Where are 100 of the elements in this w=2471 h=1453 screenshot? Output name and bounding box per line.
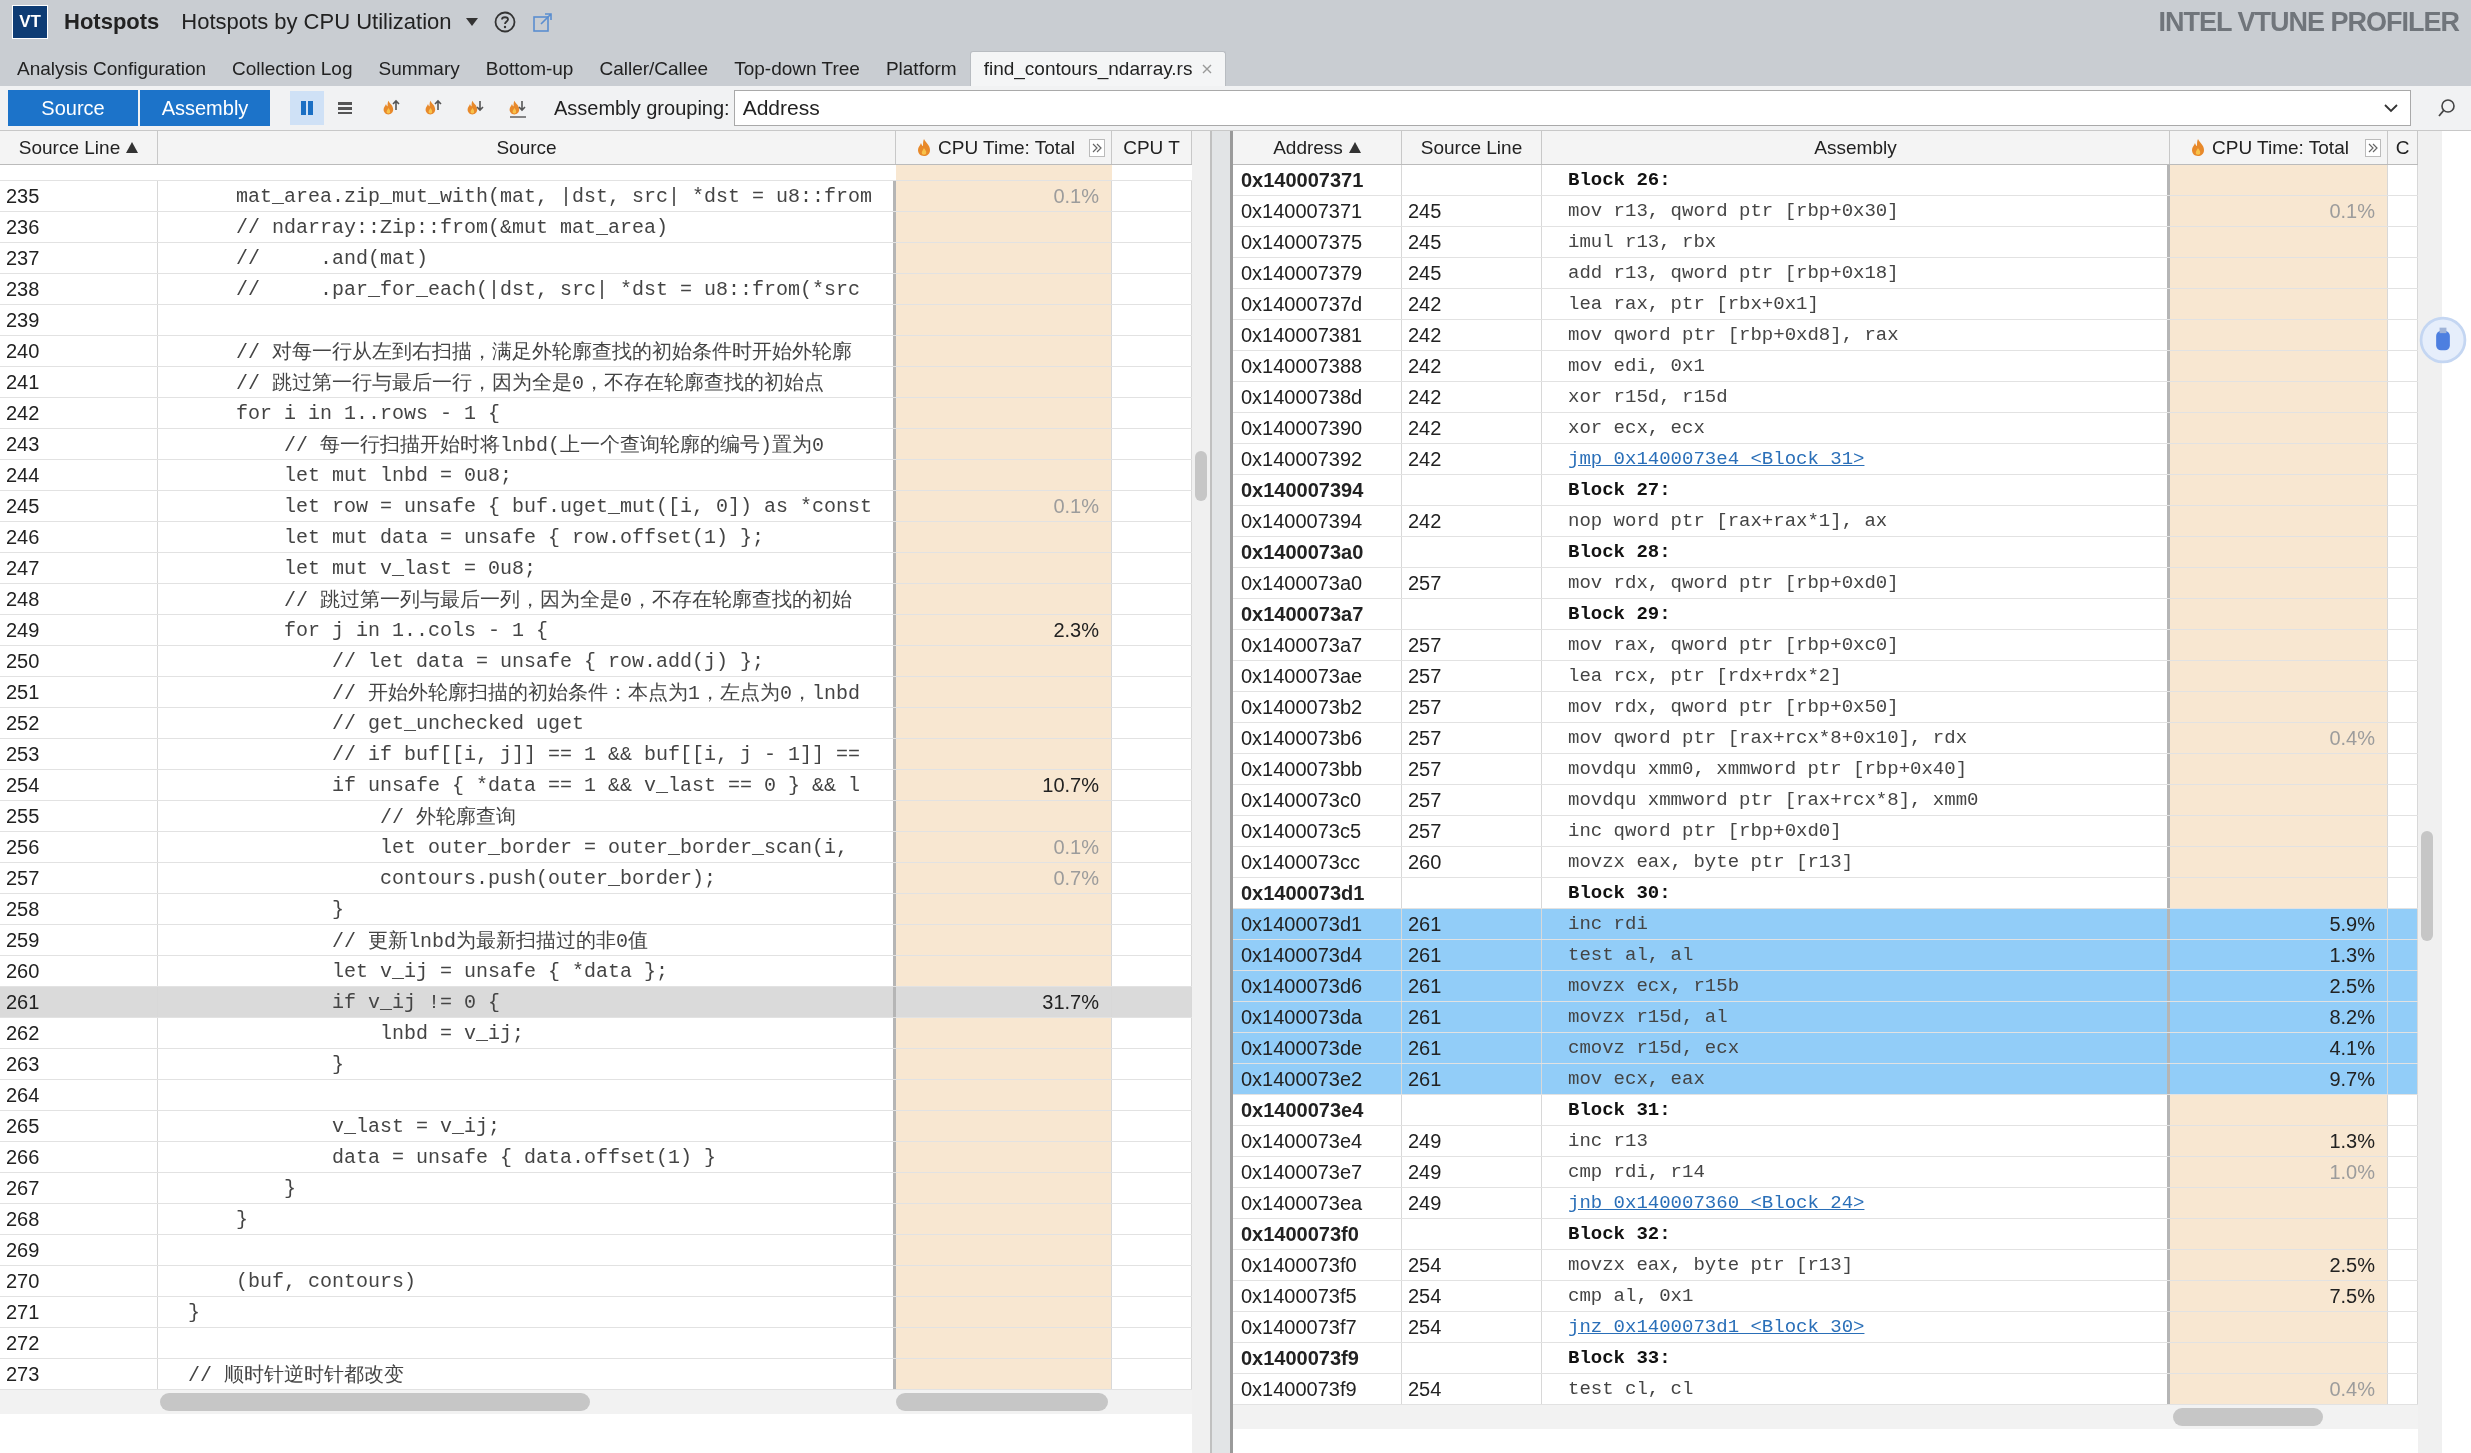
- tab[interactable]: Bottom-up: [472, 52, 587, 86]
- line-number: 249: [1402, 1188, 1542, 1218]
- table-row[interactable]: 0x1400073f5 254 cmp al, 0x1 7.5%: [1233, 1281, 2418, 1312]
- table-row[interactable]: 261 if v_ij != 0 { 31.7%: [0, 987, 1192, 1018]
- table-row[interactable]: 0x1400073cc 260 movzx eax, byte ptr [r13]: [1233, 847, 2418, 878]
- table-row[interactable]: 270 (buf, contours): [0, 1266, 1192, 1297]
- grouping-dropdown[interactable]: Address: [733, 90, 2411, 126]
- table-row[interactable]: 0x1400073ae 257 lea rcx, ptr [rdx+rdx*2]: [1233, 661, 2418, 692]
- table-row[interactable]: 0x14000737d 242 lea rax, ptr [rbx+0x1]: [1233, 289, 2418, 320]
- table-row[interactable]: 264: [0, 1080, 1192, 1111]
- table-row[interactable]: 249 for j in 1..cols - 1 { 2.3%: [0, 615, 1192, 646]
- table-row[interactable]: 0x1400073bb 257 movdqu xmm0, xmmword ptr [rbp+0x40]: [1233, 754, 2418, 785]
- table-row[interactable]: 0x140007390 242 xor ecx, ecx: [1233, 413, 2418, 444]
- table-row[interactable]: 271 }: [0, 1297, 1192, 1328]
- table-row[interactable]: 253 // if buf[[i, j]] == 1 && buf[[i, j - 1]] ==: [0, 739, 1192, 770]
- table-row[interactable]: 0x1400073da 261 movzx r15d, al 8.2%: [1233, 1002, 2418, 1033]
- table-row[interactable]: 0x1400073e7 249 cmp rdi, r14 1.0%: [1233, 1157, 2418, 1188]
- column-header[interactable]: Source Line: [1402, 131, 1542, 164]
- table-row[interactable]: 0x14000738d 242 xor r15d, r15d: [1233, 382, 2418, 413]
- table-row[interactable]: 0x1400073b6 257 mov qword ptr [rax+rcx*8+0x10], rdx 0.4%: [1233, 723, 2418, 754]
- table-row[interactable]: 250 // let data = unsafe { row.add(j) };: [0, 646, 1192, 677]
- table-row[interactable]: 0x1400073a0 Block 28:: [1233, 537, 2418, 568]
- table-row[interactable]: 257 contours.push(outer_border); 0.7%: [0, 863, 1192, 894]
- table-row[interactable]: 237 // .and(mat): [0, 243, 1192, 274]
- table-row[interactable]: 0x140007375 245 imul r13, rbx: [1233, 227, 2418, 258]
- line-number: 239: [0, 305, 158, 335]
- table-row[interactable]: 0x1400073c5 257 inc qword ptr [rbp+0xd0]: [1233, 816, 2418, 847]
- tab[interactable]: Analysis Configuration: [4, 52, 220, 86]
- table-row[interactable]: 247 let mut v_last = 0u8;: [0, 553, 1192, 584]
- table-row[interactable]: 0x1400073d1 261 inc rdi 5.9%: [1233, 909, 2418, 940]
- table-row[interactable]: 268 }: [0, 1204, 1192, 1235]
- table-row[interactable]: 0x1400073ea 249 jnb 0x140007360 <Block 24>: [1233, 1188, 2418, 1219]
- table-row[interactable]: 0x1400073d6 261 movzx ecx, r15b 2.5%: [1233, 971, 2418, 1002]
- table-row[interactable]: 236 // ndarray::Zip::from(&mut mat_area): [0, 212, 1192, 243]
- table-row[interactable]: 246 let mut data = unsafe { row.offset(1) };: [0, 522, 1192, 553]
- table-row[interactable]: 0x1400073f9 Block 33:: [1233, 1343, 2418, 1374]
- table-row[interactable]: 251 // 开始外轮廓扫描的初始条件：本点为1，左点为0，lnbd: [0, 677, 1192, 708]
- table-row[interactable]: 0x1400073f0 254 movzx eax, byte ptr [r13] 2.5%: [1233, 1250, 2418, 1281]
- table-row[interactable]: 0x140007394 242 nop word ptr [rax+rax*1], ax: [1233, 506, 2418, 537]
- table-row[interactable]: 243 // 每一行扫描开始时将lnbd(上一个查询轮廓的编号)置为0: [0, 429, 1192, 460]
- table-row[interactable]: 0x140007379 245 add r13, qword ptr [rbp+0x18]: [1233, 258, 2418, 289]
- table-row[interactable]: 265 v_last = v_ij;: [0, 1111, 1192, 1142]
- table-row[interactable]: 0x140007381 242 mov qword ptr [rbp+0xd8], rax: [1233, 320, 2418, 351]
- table-row[interactable]: 0x1400073d4 261 test al, al 1.3%: [1233, 940, 2418, 971]
- table-row[interactable]: 266 data = unsafe { data.offset(1) }: [0, 1142, 1192, 1173]
- tab[interactable]: Top-down Tree: [721, 52, 873, 86]
- table-row[interactable]: 0x140007388 242 mov edi, 0x1: [1233, 351, 2418, 382]
- table-row[interactable]: 258 }: [0, 894, 1192, 925]
- table-row[interactable]: 0x140007394 Block 27:: [1233, 475, 2418, 506]
- table-row[interactable]: 238 // .par_for_each(|dst, src| *dst = u8::from(*src: [0, 274, 1192, 305]
- table-row[interactable]: 267 }: [0, 1173, 1192, 1204]
- table-row[interactable]: 0x1400073a0 257 mov rdx, qword ptr [rbp+0xd0]: [1233, 568, 2418, 599]
- column-header[interactable]: Address: [1233, 131, 1402, 164]
- view-button[interactable]: Source: [8, 90, 138, 126]
- table-row[interactable]: 0x1400073de 261 cmovz r15d, ecx 4.1%: [1233, 1033, 2418, 1064]
- table-row[interactable]: 239: [0, 305, 1192, 336]
- tab[interactable]: find_contours_ndarray.rs: [969, 51, 1227, 86]
- table-row[interactable]: 0x1400073e4 Block 31:: [1233, 1095, 2418, 1126]
- table-row[interactable]: 0x1400073e2 261 mov ecx, eax 9.7%: [1233, 1064, 2418, 1095]
- table-row[interactable]: 0x1400073a7 Block 29:: [1233, 599, 2418, 630]
- viewpoint-dropdown[interactable]: Hotspots by CPU Utilization: [181, 9, 478, 35]
- jump-link[interactable]: jmp 0x1400073e4 <Block 31>: [1568, 448, 1865, 470]
- table-row[interactable]: 240 // 对每一行从左到右扫描，满足外轮廓查找的初始条件时开始外轮廓: [0, 336, 1192, 367]
- table-row[interactable]: 0x1400073b2 257 mov rdx, qword ptr [rbp+0x50]: [1233, 692, 2418, 723]
- table-row[interactable]: 252 // get_unchecked uget: [0, 708, 1192, 739]
- column-header[interactable]: CPU Time: Total: [2170, 131, 2388, 164]
- line-number: 245: [1402, 227, 1542, 257]
- table-row[interactable]: 262 lnbd = v_ij;: [0, 1018, 1192, 1049]
- table-row[interactable]: 245 let row = unsafe { buf.uget_mut([i, 0]) as *const 0.1%: [0, 491, 1192, 522]
- table-row[interactable]: 248 // 跳过第一列与最后一列，因为全是0，不存在轮廓查找的初始: [0, 584, 1192, 615]
- table-row[interactable]: 244 let mut lnbd = 0u8;: [0, 460, 1192, 491]
- table-row[interactable]: 0x1400073c0 257 movdqu xmmword ptr [rax+rcx*8], xmm0: [1233, 785, 2418, 816]
- table-row[interactable]: 256 let outer_border = outer_border_scan(i, 0.1%: [0, 832, 1192, 863]
- table-row[interactable]: 0x1400073e4 249 inc r13 1.3%: [1233, 1126, 2418, 1157]
- tab[interactable]: Summary: [365, 52, 473, 86]
- table-row[interactable]: 0x1400073a7 257 mov rax, qword ptr [rbp+0xc0]: [1233, 630, 2418, 661]
- table-row[interactable]: 0x1400073f7 254 jnz 0x1400073d1 <Block 30>: [1233, 1312, 2418, 1343]
- table-row[interactable]: 272: [0, 1328, 1192, 1359]
- column-header[interactable]: Assembly: [1542, 131, 2170, 164]
- jump-link[interactable]: jnz 0x1400073d1 <Block 30>: [1568, 1316, 1865, 1338]
- table-row[interactable]: 263 }: [0, 1049, 1192, 1080]
- table-row[interactable]: 242 for i in 1..rows - 1 {: [0, 398, 1192, 429]
- column-header[interactable]: Source Line: [0, 131, 158, 164]
- tab[interactable]: Caller/Callee: [586, 52, 722, 86]
- jump-link[interactable]: jnb 0x140007360 <Block 24>: [1568, 1192, 1865, 1214]
- table-row[interactable]: 235 mat_area.zip_mut_with(mat, |dst, src| *dst = u8::from 0.1%: [0, 181, 1192, 212]
- table-row[interactable]: 254 if unsafe { *data == 1 && v_last == 0 } && l 10.7%: [0, 770, 1192, 801]
- table-row[interactable]: 269: [0, 1235, 1192, 1266]
- tab[interactable]: Platform: [872, 52, 970, 86]
- view-button[interactable]: Assembly: [140, 90, 270, 126]
- column-header[interactable]: Source: [158, 131, 896, 164]
- table-row[interactable]: 255 // 外轮廓查询: [0, 801, 1192, 832]
- column-header[interactable]: CPU Time: Total: [896, 131, 1112, 164]
- table-row[interactable]: 259 // 更新lnbd为最新扫描过的非0值: [0, 925, 1192, 956]
- table-row[interactable]: 0x1400073f0 Block 32:: [1233, 1219, 2418, 1250]
- table-row[interactable]: 241 // 跳过第一行与最后一行，因为全是0，不存在轮廓查找的初始点: [0, 367, 1192, 398]
- table-row[interactable]: 0x140007371 Block 26:: [1233, 165, 2418, 196]
- tab[interactable]: Collection Log: [219, 52, 366, 86]
- table-row[interactable]: 0x140007371 245 mov r13, qword ptr [rbp+0x30] 0.1%: [1233, 196, 2418, 227]
- table-row[interactable]: 0x140007392 242 jmp 0x1400073e4 <Block 31>: [1233, 444, 2418, 475]
